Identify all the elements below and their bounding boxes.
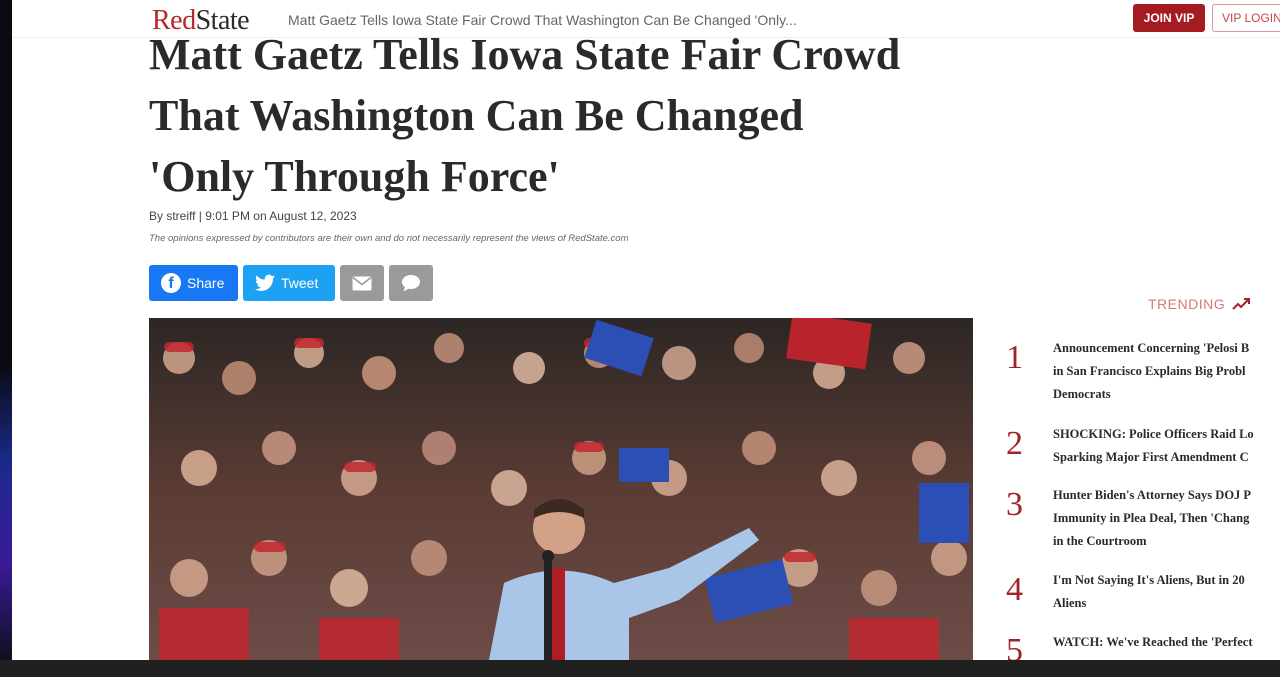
trending-item-4[interactable]: I'm Not Saying It's Aliens, But in 20 Al… [1053, 569, 1280, 615]
article-page: RedState Matt Gaetz Tells Iowa State Fai… [12, 0, 1280, 660]
video-frame-edge [0, 0, 12, 660]
headline-line-3: 'Only Through Force' [149, 152, 560, 201]
trending-item-1[interactable]: Announcement Concerning 'Pelosi B in San… [1053, 337, 1280, 406]
trending-rank-2: 2 [1006, 425, 1023, 462]
facebook-share-button[interactable]: f Share [149, 265, 238, 301]
twitter-share-label: Tweet [281, 275, 319, 291]
article-headline: Matt Gaetz Tells Iowa State Fair Crowd T… [149, 24, 979, 207]
twitter-share-button[interactable]: Tweet [243, 265, 335, 301]
facebook-share-label: Share [187, 275, 225, 291]
trending-item-line: I'm Not Saying It's Aliens, But in 20 [1053, 573, 1245, 587]
trending-item-line: Immunity in Plea Deal, Then 'Chang [1053, 511, 1250, 525]
logo-dark-part: State [195, 5, 250, 36]
trending-rank-5: 5 [1006, 632, 1023, 660]
trending-item-5[interactable]: WATCH: We've Reached the 'Perfect [1053, 631, 1280, 654]
join-vip-button[interactable]: JOIN VIP [1133, 4, 1205, 32]
rally-crowd-photo [149, 318, 973, 660]
opinion-disclaimer: The opinions expressed by contributors a… [149, 233, 629, 244]
sticky-header: RedState Matt Gaetz Tells Iowa State Fai… [12, 0, 1280, 38]
trending-item-2[interactable]: SHOCKING: Police Officers Raid Lo Sparki… [1053, 423, 1280, 469]
trending-item-3[interactable]: Hunter Biden's Attorney Says DOJ P Immun… [1053, 484, 1280, 553]
speech-bubble-icon [402, 275, 420, 292]
envelope-icon [352, 276, 372, 290]
twitter-bird-icon [255, 274, 275, 291]
article-hero-image [149, 318, 973, 660]
header-article-title: Matt Gaetz Tells Iowa State Fair Crowd T… [288, 12, 797, 28]
trending-item-line: Announcement Concerning 'Pelosi B [1053, 341, 1250, 355]
trending-item-line: SHOCKING: Police Officers Raid Lo [1053, 427, 1254, 441]
trending-item-line: WATCH: We've Reached the 'Perfect [1053, 635, 1253, 649]
headline-line-2: That Washington Can Be Changed [149, 91, 804, 140]
trending-item-line: in the Courtroom [1053, 534, 1147, 548]
redstate-logo[interactable]: RedState [152, 5, 250, 37]
comment-button[interactable] [389, 265, 433, 301]
trending-item-line: Hunter Biden's Attorney Says DOJ P [1053, 488, 1252, 502]
trending-item-line: Democrats [1053, 387, 1111, 401]
trending-rank-3: 3 [1006, 486, 1023, 523]
article-byline: By streiff | 9:01 PM on August 12, 2023 [149, 209, 357, 223]
video-player-bottom-bar [0, 660, 1280, 677]
trending-item-line: Aliens [1053, 596, 1087, 610]
trending-label-text: TRENDING [1148, 296, 1226, 312]
trending-heading: TRENDING [1148, 296, 1250, 312]
trending-item-line: in San Francisco Explains Big Probl [1053, 364, 1246, 378]
trending-item-line: Sparking Major First Amendment C [1053, 450, 1249, 464]
vip-login-button[interactable]: VIP LOGIN [1212, 4, 1280, 32]
trending-up-icon [1231, 298, 1250, 310]
logo-red-part: Red [152, 5, 196, 36]
facebook-icon: f [161, 273, 181, 293]
email-share-button[interactable] [340, 265, 384, 301]
trending-rank-1: 1 [1006, 339, 1023, 376]
trending-rank-4: 4 [1006, 571, 1023, 608]
